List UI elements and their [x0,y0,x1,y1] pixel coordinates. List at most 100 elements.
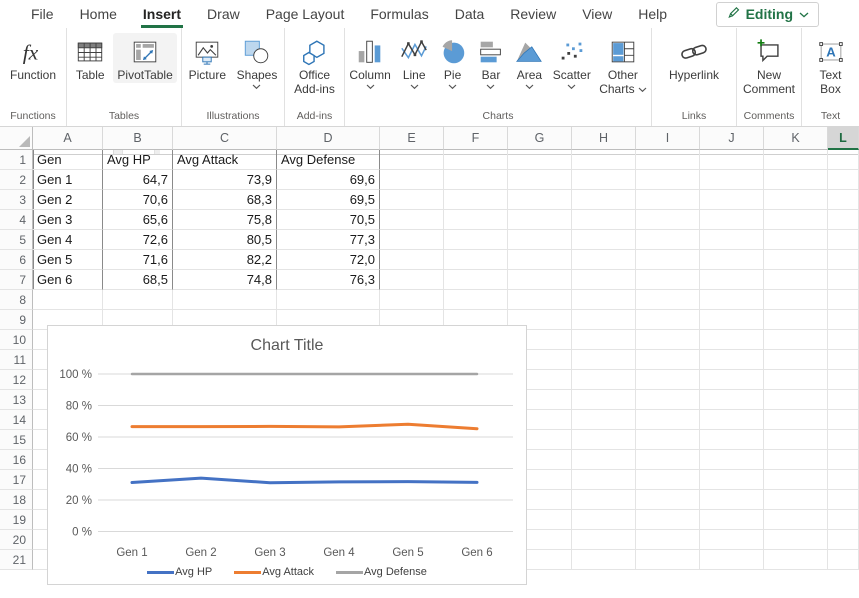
cell-H13[interactable] [572,390,636,410]
ribbon-button-table[interactable]: Table [71,33,109,83]
ribbon-button-bar[interactable]: Bar [472,33,510,92]
row-header-10[interactable]: 10 [0,330,33,350]
cell-H8[interactable] [572,290,636,310]
row-header-12[interactable]: 12 [0,370,33,390]
cell-L15[interactable] [828,430,859,450]
cell-L11[interactable] [828,350,859,370]
cell-L10[interactable] [828,330,859,350]
cell-A7[interactable]: Gen 6 [33,270,103,290]
cell-A8[interactable] [33,290,103,310]
cell-I15[interactable] [636,430,700,450]
column-header-e[interactable]: E [380,127,444,150]
row-header-21[interactable]: 21 [0,550,33,570]
cell-J10[interactable] [700,330,764,350]
cell-A4[interactable]: Gen 3 [33,210,103,230]
row-header-8[interactable]: 8 [0,290,33,310]
cell-K20[interactable] [764,530,828,550]
ribbon-button-area[interactable]: Area [510,33,548,92]
tab-home[interactable]: Home [67,2,130,27]
cell-E7[interactable] [380,270,444,290]
cell-H5[interactable] [572,230,636,250]
cell-H20[interactable] [572,530,636,550]
tab-view[interactable]: View [569,2,625,27]
cell-J16[interactable] [700,450,764,470]
cell-H18[interactable] [572,490,636,510]
cell-A3[interactable]: Gen 2 [33,190,103,210]
cell-F7[interactable] [444,270,508,290]
cell-H21[interactable] [572,550,636,570]
ribbon-button-text-box[interactable]: ATextBox [812,33,850,97]
cell-H14[interactable] [572,410,636,430]
embedded-chart[interactable]: Chart Title 0 %20 %40 %60 %80 %100 %Gen … [47,325,527,585]
cell-F1[interactable] [444,150,508,170]
tab-insert[interactable]: Insert [130,2,194,27]
column-header-f[interactable]: F [444,127,508,150]
cell-I1[interactable] [636,150,700,170]
cell-H2[interactable] [572,170,636,190]
editing-mode-button[interactable]: Editing [716,2,819,27]
ribbon-button-scatter[interactable]: Scatter [549,33,595,92]
cell-H6[interactable] [572,250,636,270]
cell-I8[interactable] [636,290,700,310]
cell-L9[interactable] [828,310,859,330]
cell-B5[interactable]: 72,6 [103,230,173,250]
cell-H17[interactable] [572,470,636,490]
cell-L1[interactable] [828,150,859,170]
cell-J20[interactable] [700,530,764,550]
cell-K13[interactable] [764,390,828,410]
cell-L12[interactable] [828,370,859,390]
row-header-16[interactable]: 16 [0,450,33,470]
cell-I11[interactable] [636,350,700,370]
ribbon-button-pie[interactable]: Pie [434,33,472,92]
cell-H12[interactable] [572,370,636,390]
cell-L2[interactable] [828,170,859,190]
ribbon-button-other-charts[interactable]: OtherCharts [595,33,650,97]
column-header-j[interactable]: J [700,127,764,150]
column-header-i[interactable]: I [636,127,700,150]
cell-K5[interactable] [764,230,828,250]
ribbon-button-pivottable[interactable]: PivotTable [113,33,176,83]
cell-L20[interactable] [828,530,859,550]
cell-L8[interactable] [828,290,859,310]
cell-E1[interactable] [380,150,444,170]
cell-J6[interactable] [700,250,764,270]
cell-K15[interactable] [764,430,828,450]
row-header-20[interactable]: 20 [0,530,33,550]
cell-I3[interactable] [636,190,700,210]
row-header-14[interactable]: 14 [0,410,33,430]
column-header-h[interactable]: H [572,127,636,150]
cell-I5[interactable] [636,230,700,250]
cell-K9[interactable] [764,310,828,330]
select-all-button[interactable] [0,127,33,150]
row-header-19[interactable]: 19 [0,510,33,530]
cell-E5[interactable] [380,230,444,250]
cell-G8[interactable] [508,290,572,310]
cell-J19[interactable] [700,510,764,530]
cell-F8[interactable] [444,290,508,310]
cell-I10[interactable] [636,330,700,350]
cell-C2[interactable]: 73,9 [173,170,277,190]
cell-I21[interactable] [636,550,700,570]
cell-K19[interactable] [764,510,828,530]
cell-L18[interactable] [828,490,859,510]
cell-I17[interactable] [636,470,700,490]
cell-I6[interactable] [636,250,700,270]
cell-L6[interactable] [828,250,859,270]
cell-H1[interactable] [572,150,636,170]
cell-J2[interactable] [700,170,764,190]
cell-L13[interactable] [828,390,859,410]
cell-L16[interactable] [828,450,859,470]
row-header-2[interactable]: 2 [0,170,33,190]
cell-J4[interactable] [700,210,764,230]
cell-H19[interactable] [572,510,636,530]
ribbon-button-shapes[interactable]: Shapes [233,33,282,92]
column-header-d[interactable]: D [277,127,380,150]
cell-J8[interactable] [700,290,764,310]
cell-K6[interactable] [764,250,828,270]
cell-J9[interactable] [700,310,764,330]
cell-F2[interactable] [444,170,508,190]
column-header-l[interactable]: L [828,127,859,150]
cell-A6[interactable]: Gen 5 [33,250,103,270]
cell-B4[interactable]: 65,6 [103,210,173,230]
cell-H7[interactable] [572,270,636,290]
